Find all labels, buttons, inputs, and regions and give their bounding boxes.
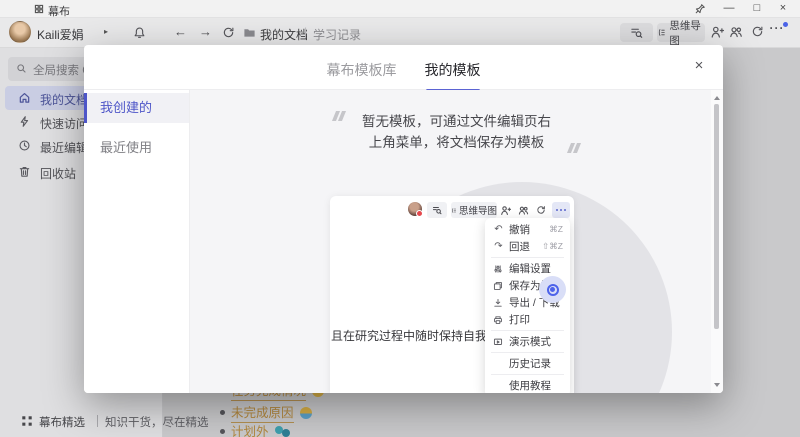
menu-item-print[interactable]: 打印 (485, 311, 570, 328)
nav-back-icon[interactable]: ← (174, 24, 187, 39)
collaborators-icon[interactable] (729, 25, 743, 39)
menu-divider (491, 257, 564, 258)
bullet-icon (220, 429, 225, 434)
featured-grid-icon (21, 415, 33, 427)
close-window-button[interactable]: × (771, 0, 795, 18)
modal-body: 我创建的 最近使用 暂无模板，可通过文件编辑页右 上角菜单，将文档保存为模板 (84, 90, 723, 393)
minimize-button[interactable]: — (717, 0, 741, 18)
mini-more-menu-button (552, 202, 570, 218)
quote-mark-icon (569, 143, 579, 153)
modal-header: 幕布模板库 我的模板 × (84, 45, 723, 90)
printer-icon (493, 315, 504, 325)
user-name[interactable]: Kaili爱娟 (37, 26, 84, 43)
maximize-button[interactable]: □ (745, 0, 769, 18)
redo-icon: ↷ (493, 241, 504, 252)
breadcrumb-my-docs[interactable]: 我的文档 (260, 26, 308, 43)
window-titlebar: 幕布 — □ × (0, 0, 800, 18)
window-title: 幕布 (48, 3, 70, 19)
user-avatar[interactable] (9, 21, 31, 43)
menu-item-tutorial[interactable]: 使用教程 (485, 377, 570, 393)
featured-brand: 幕布精选 (39, 414, 85, 430)
empty-state-text: 暂无模板，可通过文件编辑页右 上角菜单，将文档保存为模板 (362, 111, 551, 153)
search-button[interactable] (620, 23, 653, 42)
scroll-up-arrow-icon[interactable] (714, 96, 720, 100)
featured-slogan: 知识干货，尽在精选 (105, 414, 209, 430)
menu-item-presentation-mode[interactable]: 演示模式 (485, 333, 570, 350)
sync-icon[interactable] (751, 25, 764, 38)
mini-collaborators-icon (518, 205, 529, 216)
panel-item-created-by-me[interactable]: 我创建的 (84, 93, 189, 123)
app-logo-icon (34, 4, 44, 14)
app-window: 幕布 — □ × Kaili爱娟 ▸ ← → 我的文档 | 学习记录 思维导图 (0, 0, 800, 437)
mindmap-label: 思维导图 (669, 18, 705, 48)
target-ring-icon (547, 284, 559, 296)
app-toolbar: Kaili爱娟 ▸ ← → 我的文档 | 学习记录 思维导图 (0, 18, 800, 48)
mini-search-button (427, 202, 447, 218)
pin-window-icon[interactable] (694, 3, 706, 15)
menu-divider (491, 330, 564, 331)
mini-share-user-icon (500, 205, 511, 216)
footer-divider (97, 415, 98, 427)
share-user-icon[interactable] (710, 25, 724, 39)
undo-icon: ↶ (493, 224, 504, 235)
sidebar-item-label: 快速访问 (40, 115, 88, 132)
menu-divider (491, 374, 564, 375)
menu-item-edit-settings[interactable]: 编辑设置 (485, 260, 570, 277)
doc-bullet-item: 未完成原因 (220, 402, 312, 423)
quote-mark-icon (334, 111, 344, 121)
user-menu-caret-icon[interactable]: ▸ (104, 27, 108, 36)
menu-item-redo[interactable]: ↷ 回退 ⇧⌘Z (485, 238, 570, 255)
more-dropdown-menu: ↶ 撤销 ⌘Z ↷ 回退 ⇧⌘Z 编辑设置 (485, 218, 570, 393)
refresh-icon[interactable] (222, 26, 235, 39)
bullet-icon (220, 410, 225, 415)
modal-tabs: 幕布模板库 我的模板 (84, 45, 723, 80)
sidebar-item-label: 我的文档 (40, 91, 88, 108)
menu-item-history[interactable]: 历史记录 (485, 355, 570, 372)
breadcrumb-divider: | (304, 25, 307, 39)
menu-item-undo[interactable]: ↶ 撤销 ⌘Z (485, 221, 570, 238)
modal-side-panel: 我创建的 最近使用 (84, 90, 190, 393)
scrollbar-thumb[interactable] (714, 104, 719, 329)
modal-scrollbar[interactable] (711, 90, 723, 393)
panel-item-recently-used[interactable]: 最近使用 (84, 133, 189, 163)
menu-divider (491, 352, 564, 353)
template-icon (493, 281, 504, 291)
templates-modal: 幕布模板库 我的模板 × 我创建的 最近使用 暂无模板，可通过文件编辑页右 上角… (84, 45, 723, 393)
emoji-paw-prints (275, 426, 291, 437)
doc-bullet-item: 计划外 (220, 421, 291, 437)
scroll-down-arrow-icon[interactable] (714, 383, 720, 387)
download-icon (493, 298, 504, 308)
folder-icon (243, 26, 256, 39)
mini-avatar (408, 202, 422, 216)
nav-forward-icon[interactable]: → (199, 24, 212, 39)
modal-close-icon[interactable]: × (690, 57, 708, 74)
sidebar-item-label: 最近编辑 (40, 139, 88, 156)
mini-mindmap-button: 思维导图 (451, 202, 497, 218)
notification-dot (783, 22, 788, 27)
tab-my-templates[interactable]: 我的模板 (425, 60, 481, 80)
sidebar-item-label: 回收站 (40, 165, 76, 182)
tutorial-target-marker (539, 276, 566, 303)
mini-sync-icon (536, 205, 546, 215)
notifications-bell-icon[interactable] (133, 26, 146, 39)
modal-content: 暂无模板，可通过文件编辑页右 上角菜单，将文档保存为模板 思维导图 (190, 90, 723, 393)
sliders-icon (493, 264, 504, 274)
breadcrumb-doc-title[interactable]: 学习记录 (313, 26, 361, 43)
mini-doc-text: 且在研究过程中随时保持自我批 (331, 327, 499, 344)
mindmap-toggle-button[interactable]: 思维导图 (657, 23, 705, 42)
tab-template-library[interactable]: 幕布模板库 (327, 60, 397, 80)
featured-banner[interactable]: 幕布精选 知识干货，尽在精选 (0, 412, 230, 432)
emoji-crying-face (300, 407, 312, 419)
presentation-icon (493, 337, 504, 347)
